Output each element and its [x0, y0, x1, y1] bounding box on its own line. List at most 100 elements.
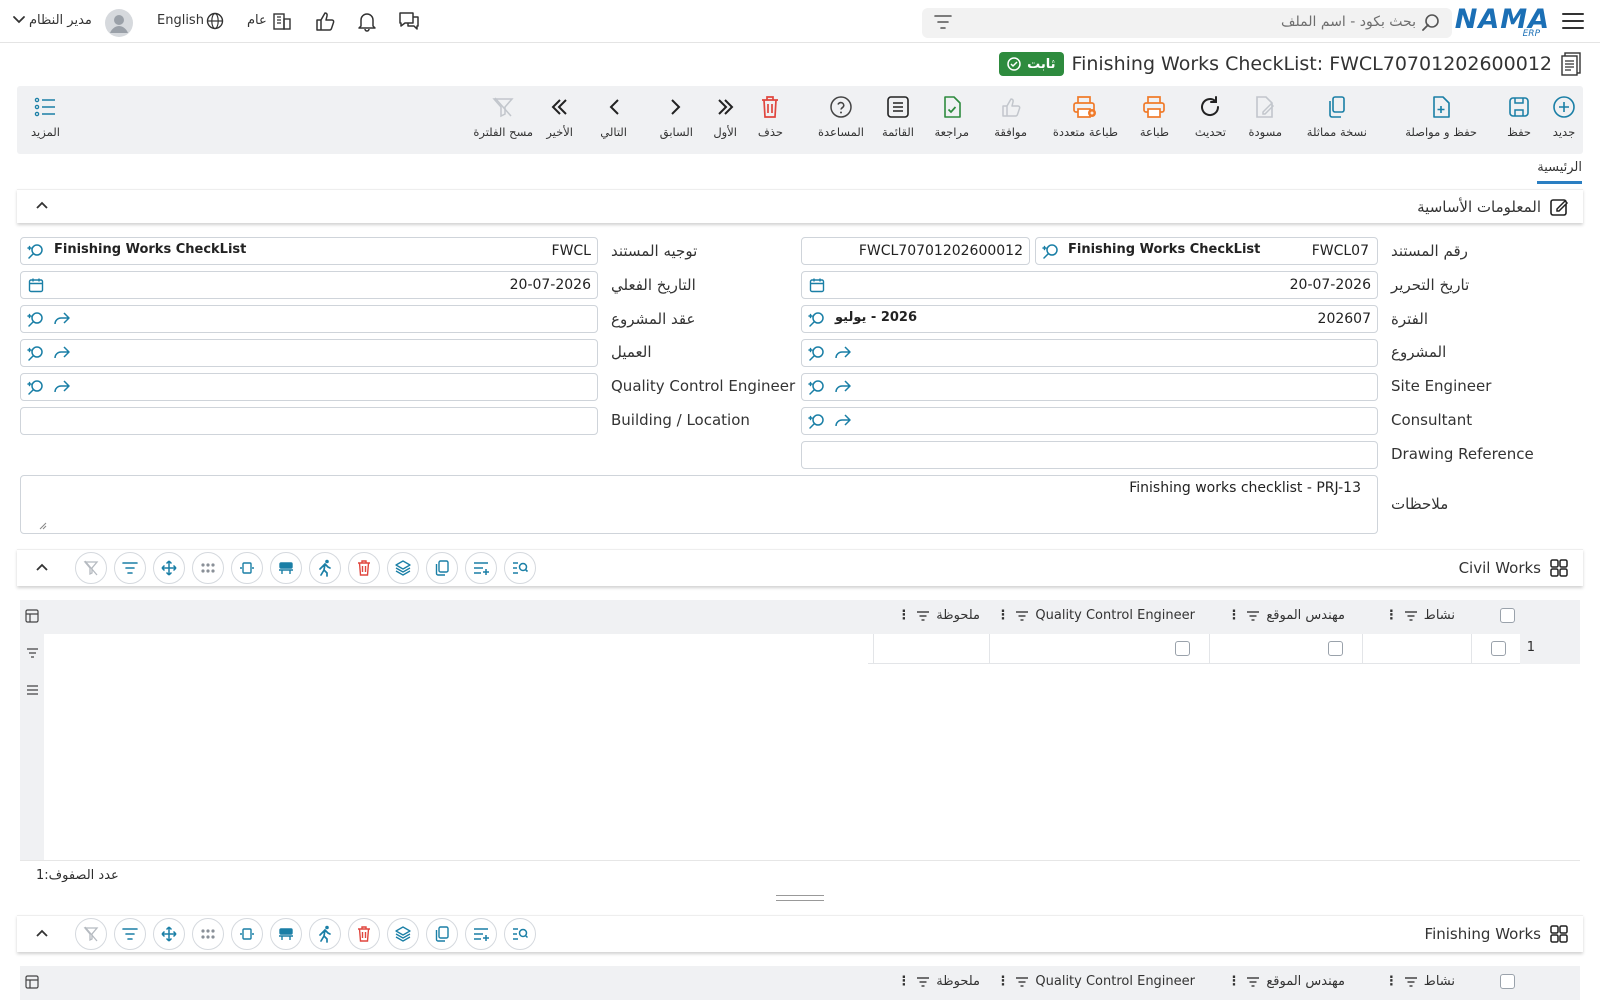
table-layout-icon[interactable] — [25, 609, 39, 623]
building-location-field[interactable] — [20, 407, 598, 435]
open-link-icon[interactable] — [53, 311, 71, 327]
previous-button[interactable]: السابق — [660, 94, 693, 139]
column-menu-icon[interactable]: ⋮ — [1227, 974, 1240, 989]
calendar-icon[interactable] — [809, 277, 825, 293]
logo[interactable]: NAMA ERP — [1455, 4, 1550, 39]
edit-date-field[interactable]: 20-07-2026 — [801, 271, 1378, 299]
branch-label[interactable]: عام — [247, 13, 267, 28]
lookup-icon[interactable] — [27, 311, 45, 329]
column-menu-icon[interactable]: ⋮ — [1385, 608, 1398, 623]
table-layout-icon[interactable] — [25, 975, 39, 989]
search-icon[interactable] — [1422, 14, 1440, 32]
col-activity[interactable]: نشاط ⋮ — [1385, 974, 1455, 989]
tab-main[interactable]: الرئيسية — [1537, 160, 1582, 184]
col-activity[interactable]: نشاط ⋮ — [1385, 608, 1455, 623]
save-button[interactable]: حفظ — [1507, 94, 1531, 139]
add-row-icon[interactable] — [465, 552, 497, 584]
project-contract-field[interactable] — [20, 305, 598, 333]
col-site-engineer[interactable]: مهندس الموقع ⋮ — [1227, 974, 1345, 989]
last-button[interactable]: الأخير — [546, 94, 573, 139]
dots-grid-icon[interactable] — [192, 918, 224, 950]
column-filter-icon[interactable] — [1404, 976, 1418, 988]
col-site-engineer[interactable]: مهندس الموقع ⋮ — [1227, 608, 1345, 623]
thumbs-up-icon[interactable] — [314, 10, 336, 32]
row-select-checkbox[interactable] — [1491, 641, 1506, 656]
dots-grid-icon[interactable] — [192, 552, 224, 584]
add-row-icon[interactable] — [465, 918, 497, 950]
avatar[interactable] — [105, 9, 133, 37]
table-settings-icon[interactable] — [270, 552, 302, 584]
open-link-icon[interactable] — [834, 413, 852, 429]
user-menu-chevron-icon[interactable] — [12, 13, 26, 27]
lookup-icon[interactable] — [27, 345, 45, 363]
open-link-icon[interactable] — [53, 379, 71, 395]
filter-lines-icon[interactable] — [114, 552, 146, 584]
copy-icon[interactable] — [426, 918, 458, 950]
print-button[interactable]: طباعة — [1140, 94, 1169, 139]
search-bar[interactable]: بحث بكود - اسم الملف — [922, 8, 1452, 38]
lookup-icon[interactable] — [808, 345, 826, 363]
search-list-icon[interactable] — [504, 918, 536, 950]
hamburger-menu-icon[interactable] — [1562, 12, 1584, 30]
globe-icon[interactable] — [206, 12, 224, 30]
drawing-reference-field[interactable] — [801, 441, 1378, 469]
calendar-icon[interactable] — [28, 277, 44, 293]
qc-engineer-field[interactable] — [20, 373, 598, 401]
layers-icon[interactable] — [387, 918, 419, 950]
lookup-icon[interactable] — [808, 379, 826, 397]
project-field[interactable] — [801, 339, 1378, 367]
list-button[interactable]: القائمة — [882, 94, 914, 139]
consultant-field[interactable] — [801, 407, 1378, 435]
column-filter-icon[interactable] — [1246, 610, 1260, 622]
more-button[interactable]: المزيد — [31, 94, 60, 139]
clear-filter-button[interactable]: مسح الفلترة — [473, 94, 533, 139]
col-note[interactable]: ملحوظة ⋮ — [897, 608, 980, 623]
next-button[interactable]: التالي — [600, 94, 627, 139]
multi-print-button[interactable]: طباعة متعددة — [1053, 94, 1118, 139]
new-button[interactable]: جديد — [1552, 94, 1576, 139]
search-input[interactable]: بحث بكود - اسم الملف — [1281, 14, 1416, 30]
duplicate-button[interactable]: نسخة مماثلة — [1307, 94, 1367, 139]
notification-bell-icon[interactable] — [356, 10, 378, 32]
delete-button[interactable]: حذف — [758, 94, 783, 139]
select-all-checkbox[interactable] — [1500, 608, 1515, 623]
column-menu-icon[interactable]: ⋮ — [996, 974, 1009, 989]
refresh-button[interactable]: تحديث — [1195, 94, 1226, 139]
fit-width-icon[interactable] — [231, 552, 263, 584]
move-icon[interactable] — [153, 552, 185, 584]
doc-number-field[interactable]: FWCL70701202600012 — [801, 237, 1030, 265]
customer-field[interactable] — [20, 339, 598, 367]
lookup-icon[interactable] — [27, 243, 45, 261]
help-button[interactable]: المساعدة — [818, 94, 864, 139]
site-engineer-field[interactable] — [801, 373, 1378, 401]
column-filter-icon[interactable] — [916, 610, 930, 622]
column-menu-icon[interactable]: ⋮ — [897, 974, 910, 989]
table-settings-icon[interactable] — [270, 918, 302, 950]
review-button[interactable]: مراجعة — [934, 94, 969, 139]
column-filter-icon[interactable] — [1015, 976, 1029, 988]
clear-filter-icon[interactable] — [75, 918, 107, 950]
move-icon[interactable] — [153, 918, 185, 950]
save-continue-button[interactable]: حفظ و مواصلة — [1405, 94, 1477, 139]
doc-direction-field[interactable]: FWCL Finishing Works CheckList — [20, 237, 598, 265]
trash-icon[interactable] — [348, 552, 380, 584]
column-filter-icon[interactable] — [1015, 610, 1029, 622]
language-switch[interactable]: English — [157, 13, 204, 28]
doc-number-type-field[interactable]: FWCL07 Finishing Works CheckList — [1035, 237, 1378, 265]
clear-filter-icon[interactable] — [75, 552, 107, 584]
collapse-chevron-icon[interactable] — [35, 928, 49, 938]
runner-icon[interactable] — [309, 918, 341, 950]
open-link-icon[interactable] — [834, 379, 852, 395]
layers-icon[interactable] — [387, 552, 419, 584]
copy-icon[interactable] — [426, 552, 458, 584]
lookup-icon[interactable] — [808, 413, 826, 431]
trash-icon[interactable] — [348, 918, 380, 950]
period-field[interactable]: 202607 2026 - يوليو — [801, 305, 1378, 333]
column-menu-icon[interactable]: ⋮ — [996, 608, 1009, 623]
filter-lines-icon[interactable] — [114, 918, 146, 950]
building-icon[interactable] — [272, 11, 292, 31]
col-qc-engineer[interactable]: Quality Control Engineer ⋮ — [996, 608, 1195, 623]
col-note[interactable]: ملحوظة ⋮ — [897, 974, 980, 989]
table-row[interactable]: 1 — [868, 634, 1580, 664]
site-engineer-checkbox[interactable] — [1328, 641, 1343, 656]
